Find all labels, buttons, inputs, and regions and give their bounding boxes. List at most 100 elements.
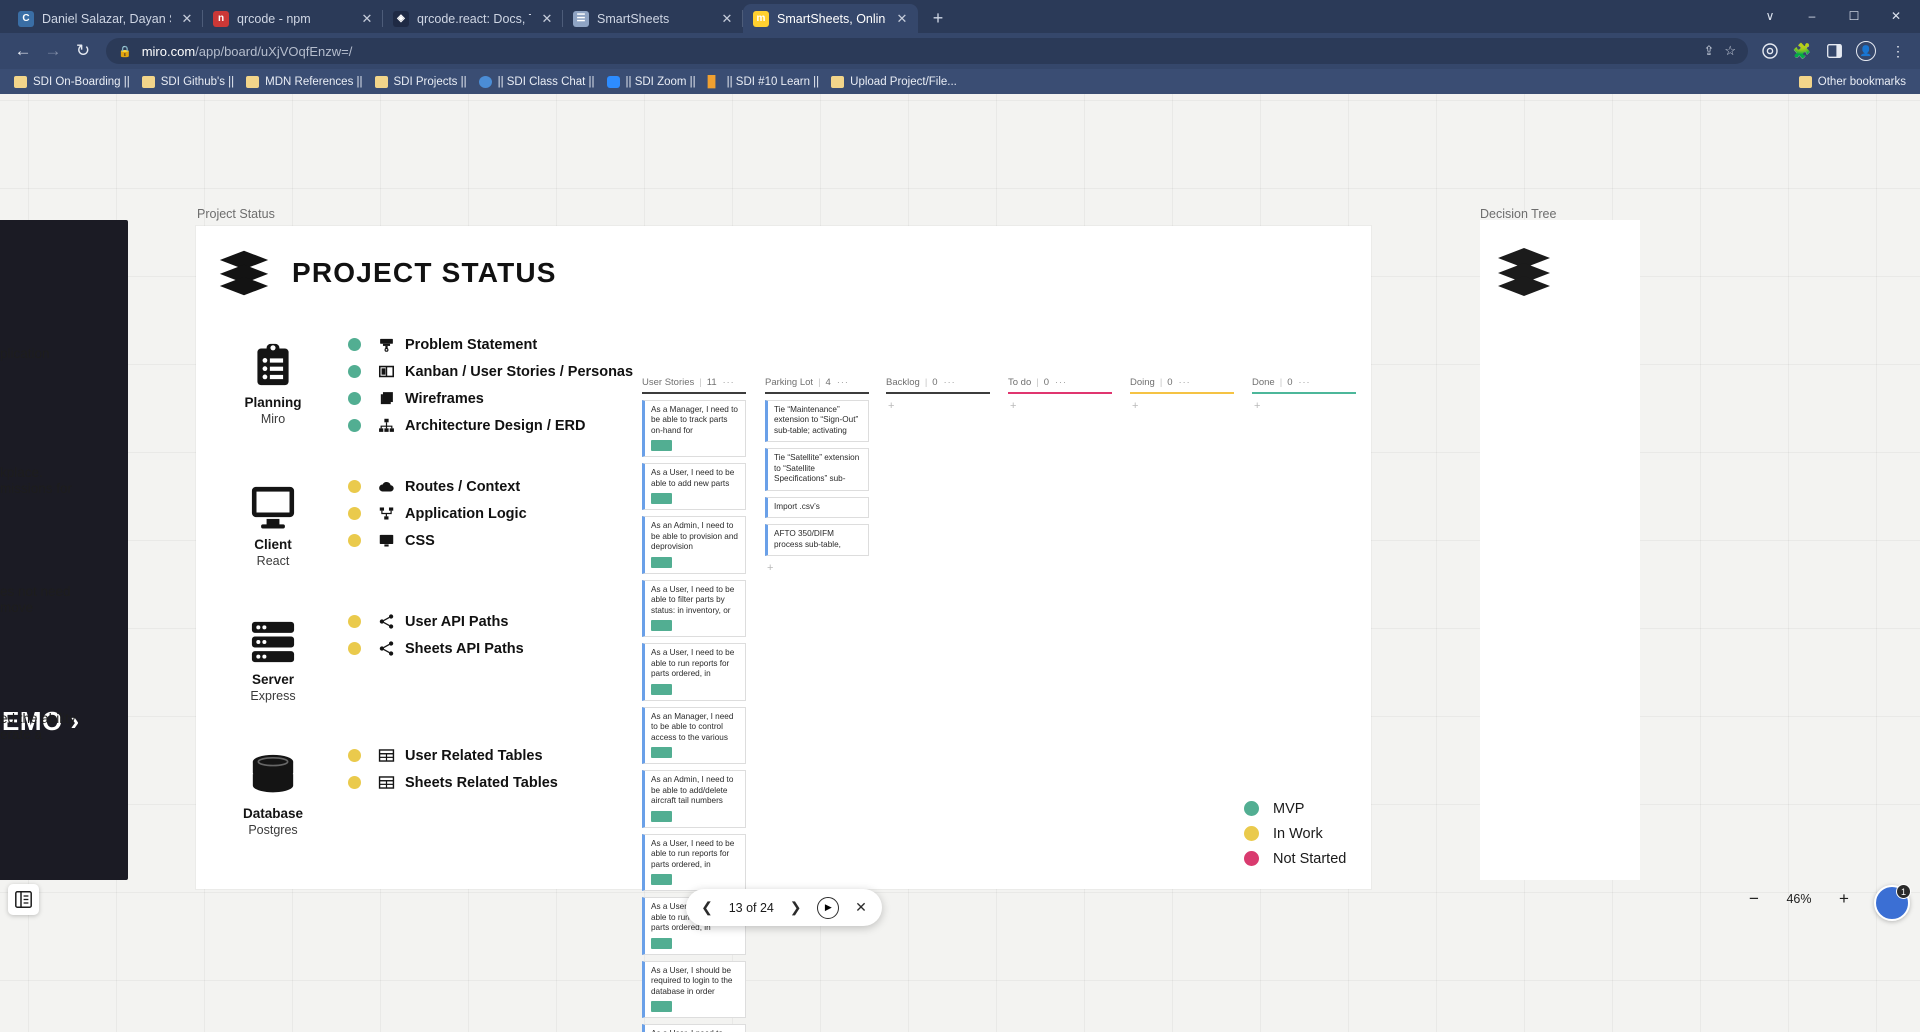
- status-badge: [348, 480, 361, 493]
- bookmark-item[interactable]: SDI On-Boarding ||: [8, 72, 136, 92]
- browser-tab[interactable]: n qrcode - npm ✕: [203, 4, 383, 33]
- checklist-item[interactable]: Sheets Related Tables: [348, 769, 558, 796]
- close-tab-button[interactable]: ✕: [359, 12, 375, 25]
- kebab-menu-icon[interactable]: ···: [1055, 377, 1067, 387]
- browser-tab[interactable]: ◈ qrcode.react: Docs, Tutorials, Rev ✕: [383, 4, 563, 33]
- checklist-item-label: Wireframes: [405, 390, 484, 407]
- bookmark-item[interactable]: || SDI Class Chat ||: [473, 72, 601, 92]
- checklist-item[interactable]: Sheets API Paths: [348, 635, 524, 662]
- avatar[interactable]: 1: [1874, 884, 1911, 921]
- panel-toggle-icon[interactable]: [8, 884, 39, 915]
- kebab-menu-icon[interactable]: ···: [1179, 377, 1191, 387]
- kanban-card[interactable]: As a User, I should be required to login…: [642, 960, 746, 1018]
- maximize-button[interactable]: ☐: [1834, 2, 1874, 30]
- address-bar[interactable]: 🔒 miro.com /app/board/uXjVOqfEnzw=/ ⇪ ☆: [106, 38, 1748, 64]
- zoom-in-button[interactable]: +: [1836, 889, 1852, 909]
- checklist-item[interactable]: Routes / Context: [348, 473, 527, 500]
- chevron-right-icon[interactable]: ❯: [786, 899, 806, 916]
- kebab-menu-icon[interactable]: ···: [723, 377, 735, 387]
- close-tab-button[interactable]: ✕: [719, 12, 735, 25]
- extensions-icon[interactable]: [1756, 37, 1784, 65]
- checklist-item[interactable]: Kanban / User Stories / Personas: [348, 358, 633, 385]
- close-window-button[interactable]: ✕: [1876, 2, 1916, 30]
- kanban-card[interactable]: Tie “Satellite” extension to “Satellite …: [765, 448, 869, 491]
- project-status-frame[interactable]: PROJECT STATUS Planning Miro Problem State…: [196, 226, 1371, 1032]
- kanban-card[interactable]: As a User, I need to be able to run repo…: [642, 643, 746, 701]
- kanban-card[interactable]: As a User, I need to be able to filter p…: [642, 579, 746, 637]
- kanban-card[interactable]: As an Manager, I need to be able to cont…: [642, 706, 746, 764]
- close-tab-button[interactable]: ✕: [179, 12, 195, 25]
- checklist-item[interactable]: Problem Statement: [348, 331, 633, 358]
- kanban-column[interactable]: To do | 0 ··· +: [1008, 376, 1112, 412]
- close-tab-button[interactable]: ✕: [894, 12, 910, 25]
- kanban-card[interactable]: As a Manager, I need to be able to track…: [642, 399, 746, 457]
- kanban-card[interactable]: As a User, I need to be able to run repo…: [642, 833, 746, 891]
- share-icon[interactable]: ⇪: [1703, 43, 1714, 59]
- kanban-card-tag: [651, 620, 672, 631]
- checklist-item[interactable]: User Related Tables: [348, 742, 558, 769]
- close-icon[interactable]: ✕: [851, 899, 871, 916]
- checklist-item[interactable]: Wireframes: [348, 385, 633, 412]
- kanban-card[interactable]: Import .csv’s: [765, 496, 869, 518]
- separator: |: [1036, 376, 1039, 388]
- zoom-controls[interactable]: − 46% +: [1746, 889, 1852, 909]
- kanban-column[interactable]: Parking Lot | 4 ··· Tie “Maintenance” extens…: [765, 376, 869, 574]
- kanban-card-tag: [651, 1001, 672, 1012]
- reload-button[interactable]: ↻: [68, 36, 98, 66]
- chevron-left-icon[interactable]: ❮: [697, 899, 717, 916]
- star-icon[interactable]: ☆: [1724, 43, 1736, 59]
- frame-label[interactable]: Decision Tree: [1480, 207, 1556, 221]
- kanban-card[interactable]: As an Admin, I need to be able to add/de…: [642, 770, 746, 828]
- kanban-column-header: Backlog | 0 ···: [886, 376, 990, 388]
- status-badge: [348, 776, 361, 789]
- bookmark-item[interactable]: Upload Project/File...: [825, 72, 963, 92]
- bookmark-item[interactable]: SDI Github's ||: [136, 72, 240, 92]
- other-bookmarks[interactable]: Other bookmarks: [1793, 72, 1912, 92]
- kebab-menu-icon[interactable]: ⋮: [1884, 37, 1912, 65]
- kanban-card-tag: [651, 874, 672, 885]
- back-button[interactable]: ←: [8, 36, 38, 66]
- checklist-item[interactable]: Architecture Design / ERD: [348, 412, 633, 439]
- miro-canvas[interactable]: Project Status Decision Tree EMO › plicat…: [0, 94, 1920, 1032]
- kebab-menu-icon[interactable]: ···: [837, 377, 849, 387]
- bookmark-item[interactable]: SDI Projects ||: [369, 72, 473, 92]
- checklist-item[interactable]: User API Paths: [348, 608, 524, 635]
- kanban-column[interactable]: Done | 0 ··· +: [1252, 376, 1356, 412]
- bookmark-item[interactable]: || SDI Zoom ||: [601, 72, 702, 92]
- kanban-card[interactable]: As an Admin, I need to be able to provis…: [642, 516, 746, 574]
- side-panel-icon[interactable]: [1820, 37, 1848, 65]
- play-icon[interactable]: ▶: [817, 896, 840, 919]
- bookmark-item[interactable]: MDN References ||: [240, 72, 368, 92]
- add-card-button[interactable]: +: [1252, 400, 1356, 412]
- bookmark-item[interactable]: █ || SDI #10 Learn ||: [702, 72, 826, 92]
- kanban-card[interactable]: As a User, I need to be able to add new …: [642, 463, 746, 510]
- kebab-menu-icon[interactable]: ···: [944, 377, 956, 387]
- miro-icon: m: [753, 10, 769, 27]
- profile-icon[interactable]: 👤: [1852, 37, 1880, 65]
- puzzle-icon[interactable]: 🧩: [1788, 37, 1816, 65]
- frame-label[interactable]: Project Status: [197, 207, 275, 221]
- tab-search-button[interactable]: ∨: [1750, 2, 1790, 30]
- kanban-card[interactable]: Tie “Maintenance” extension to “Sign-Out…: [765, 399, 869, 442]
- checklist-item[interactable]: CSS: [348, 527, 527, 554]
- kebab-menu-icon[interactable]: ···: [1298, 377, 1310, 387]
- forward-button[interactable]: →: [38, 36, 68, 66]
- kanban-column[interactable]: User Stories | 11 ··· As a Manager, I need t…: [642, 376, 746, 1032]
- add-card-button[interactable]: +: [765, 562, 869, 574]
- browser-tab[interactable]: m SmartSheets, Online Whiteboard ✕: [743, 4, 918, 33]
- minimize-button[interactable]: –: [1792, 2, 1832, 30]
- kanban-column[interactable]: Backlog | 0 ··· +: [886, 376, 990, 412]
- presentation-controls[interactable]: ❮ 13 of 24 ❯ ▶ ✕: [686, 889, 882, 926]
- checklist-item[interactable]: Application Logic: [348, 500, 527, 527]
- add-card-button[interactable]: +: [886, 400, 990, 412]
- add-card-button[interactable]: +: [1008, 400, 1112, 412]
- browser-tab[interactable]: C Daniel Salazar, Dayan Sauerbronn ✕: [8, 4, 203, 33]
- kanban-card[interactable]: As a User, I need to take part informati…: [642, 1024, 746, 1032]
- new-tab-button[interactable]: +: [924, 4, 952, 32]
- browser-tab[interactable]: ☰ SmartSheets ✕: [563, 4, 743, 33]
- zoom-out-button[interactable]: −: [1746, 889, 1762, 909]
- add-card-button[interactable]: +: [1130, 400, 1234, 412]
- kanban-column[interactable]: Doing | 0 ··· +: [1130, 376, 1234, 412]
- kanban-card[interactable]: AFTO 350/DIFM process sub-table,: [765, 524, 869, 556]
- close-tab-button[interactable]: ✕: [539, 12, 555, 25]
